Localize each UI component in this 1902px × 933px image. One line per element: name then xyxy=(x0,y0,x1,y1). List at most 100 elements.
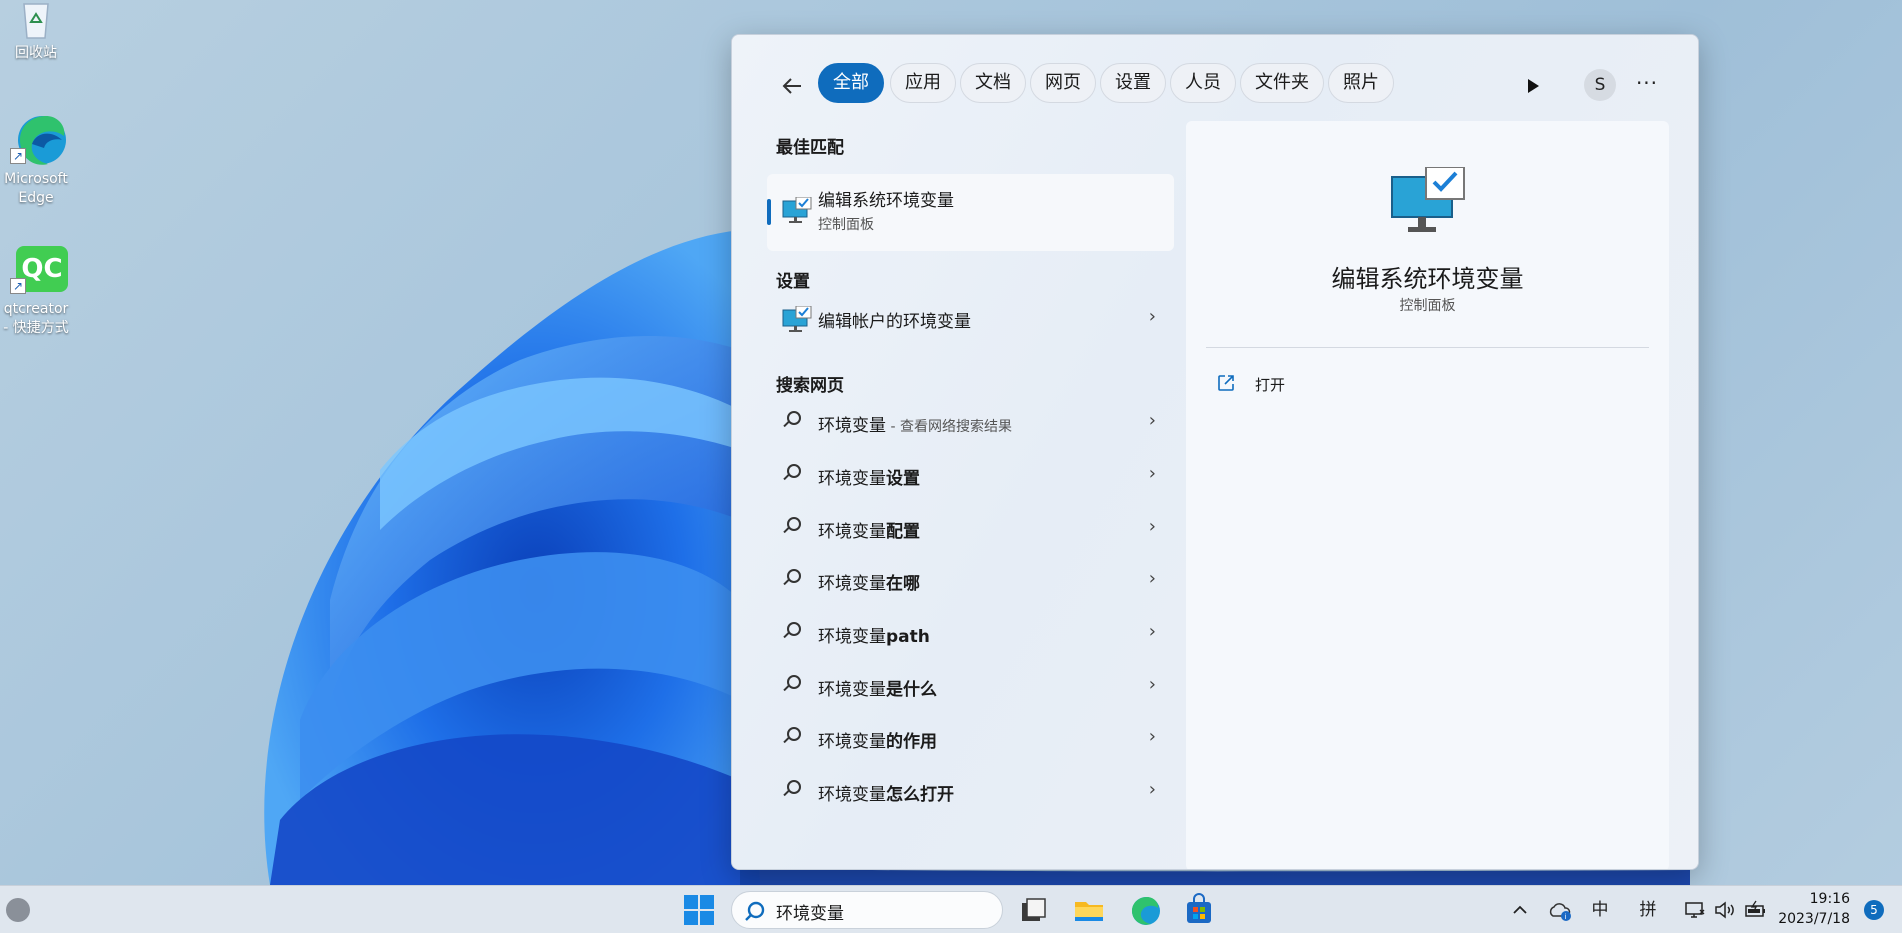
weather-icon[interactable] xyxy=(6,898,30,922)
filter-web[interactable]: 网页 xyxy=(1030,63,1096,103)
battery-charging-icon xyxy=(1745,900,1765,917)
desktop-icon-qtcreator[interactable]: QC ↗ qtcreator - 快捷方式 xyxy=(0,240,72,338)
filter-people[interactable]: 人员 xyxy=(1170,63,1236,103)
web-result-text: 环境变量是什么 xyxy=(818,680,937,700)
best-match-subtitle: 控制面板 xyxy=(818,217,874,233)
clock-time: 19:16 xyxy=(1809,891,1850,907)
more-options-button[interactable]: ··· xyxy=(1630,69,1664,103)
taskbar-search-input[interactable] xyxy=(776,899,986,923)
recycle-bin-icon xyxy=(6,0,66,40)
search-icon xyxy=(782,621,802,641)
web-result[interactable]: 环境变量是什么 › xyxy=(767,662,1174,710)
system-properties-icon xyxy=(1390,166,1466,239)
web-result[interactable]: 环境变量path › xyxy=(767,609,1174,657)
web-result-text: 环境变量设置 xyxy=(818,469,920,489)
web-result-text: 环境变量 - 查看网络搜索结果 xyxy=(818,416,1012,436)
selection-indicator xyxy=(767,199,771,225)
show-hidden-icons-button[interactable] xyxy=(1508,898,1532,922)
system-properties-icon xyxy=(782,305,812,338)
network-button[interactable] xyxy=(1682,898,1708,922)
onedrive-button[interactable]: i xyxy=(1546,898,1574,922)
chevron-right-icon: › xyxy=(1148,726,1156,747)
chevron-right-icon: › xyxy=(1148,621,1156,642)
section-web: 搜索网页 xyxy=(776,376,844,396)
desktop-icon-label: 回收站 xyxy=(15,45,57,61)
edge-icon: ↗ xyxy=(6,110,66,166)
filter-folders[interactable]: 文件夹 xyxy=(1240,63,1324,103)
chevron-right-icon: › xyxy=(1148,674,1156,695)
search-icon xyxy=(744,901,766,927)
clock-date: 2023/7/18 xyxy=(1778,911,1850,927)
best-match-title: 编辑系统环境变量 xyxy=(818,191,954,211)
web-result[interactable]: 环境变量配置 › xyxy=(767,504,1174,552)
detail-title: 编辑系统环境变量 xyxy=(1331,265,1524,293)
search-icon xyxy=(782,463,802,483)
volume-button[interactable] xyxy=(1712,898,1738,922)
filter-bar: 全部 应用 文档 网页 设置 人员 文件夹 照片 S ··· xyxy=(732,35,1698,131)
shortcut-arrow-icon: ↗ xyxy=(10,148,26,164)
file-explorer-button[interactable] xyxy=(1072,893,1106,927)
task-view-icon xyxy=(1022,898,1046,921)
edge-icon xyxy=(1132,897,1160,925)
chevron-right-icon: › xyxy=(1148,410,1156,431)
web-result[interactable]: 环境变量在哪 › xyxy=(767,556,1174,604)
filter-settings[interactable]: 设置 xyxy=(1100,63,1166,103)
search-icon xyxy=(782,779,802,799)
back-arrow-icon xyxy=(782,78,801,94)
search-icon xyxy=(782,674,802,694)
speaker-icon xyxy=(1715,901,1734,919)
desktop-icon-label: Microsoft Edge xyxy=(4,171,68,206)
web-result[interactable]: 环境变量的作用 › xyxy=(767,714,1174,762)
chevron-up-icon xyxy=(1513,905,1527,914)
store-button[interactable] xyxy=(1182,893,1216,927)
task-view-button[interactable] xyxy=(1016,893,1050,927)
chevron-right-icon: › xyxy=(1148,568,1156,589)
desktop-icon-edge[interactable]: ↗ Microsoft Edge xyxy=(0,110,72,208)
search-icon xyxy=(782,726,802,746)
network-icon xyxy=(1685,902,1705,918)
edge-button[interactable] xyxy=(1127,893,1161,927)
desktop-icon-recycle-bin[interactable]: 回收站 xyxy=(0,0,72,63)
taskbar: i 中 拼 19:16 2023/7/18 5 xyxy=(0,885,1902,933)
qtcreator-icon: QC ↗ xyxy=(6,240,68,296)
more-filters-button[interactable] xyxy=(1516,69,1550,103)
best-match-result[interactable]: 编辑系统环境变量 控制面板 xyxy=(767,174,1174,251)
web-result[interactable]: 环境变量 - 查看网络搜索结果 › xyxy=(767,398,1174,446)
start-button[interactable] xyxy=(684,895,714,925)
filter-documents[interactable]: 文档 xyxy=(960,63,1026,103)
section-settings: 设置 xyxy=(776,272,810,292)
open-action-label: 打开 xyxy=(1255,376,1286,394)
search-icon xyxy=(782,516,802,536)
ime-mode-indicator[interactable]: 中 xyxy=(1586,898,1614,922)
shortcut-arrow-icon: ↗ xyxy=(10,278,26,294)
ime-input-indicator[interactable]: 拼 xyxy=(1634,898,1662,922)
web-result-note: - 查看网络搜索结果 xyxy=(886,419,1012,435)
search-icon xyxy=(782,410,802,430)
system-properties-icon xyxy=(782,196,812,229)
web-result[interactable]: 环境变量设置 › xyxy=(767,451,1174,499)
taskbar-search-box[interactable] xyxy=(731,891,1003,929)
web-result[interactable]: 环境变量怎么打开 › xyxy=(767,767,1174,815)
battery-button[interactable] xyxy=(1742,898,1770,922)
web-result-text: 环境变量在哪 xyxy=(818,574,920,594)
open-action[interactable]: 打开 xyxy=(1216,367,1416,401)
notification-badge[interactable]: 5 xyxy=(1864,900,1884,920)
onedrive-cloud-icon: i xyxy=(1549,903,1571,921)
clock[interactable]: 19:16 2023/7/18 xyxy=(1778,889,1850,929)
web-result-text: 环境变量配置 xyxy=(818,522,920,542)
chevron-right-icon: › xyxy=(1148,306,1156,327)
settings-result[interactable]: 编辑帐户的环境变量 › xyxy=(767,294,1174,342)
back-button[interactable] xyxy=(776,69,810,103)
file-explorer-icon xyxy=(1075,902,1103,921)
avatar[interactable]: S xyxy=(1584,69,1616,101)
detail-pane: 编辑系统环境变量 控制面板 打开 xyxy=(1186,121,1669,869)
web-result-text: 环境变量怎么打开 xyxy=(818,785,954,805)
desktop-icon-label: qtcreator - 快捷方式 xyxy=(3,301,69,336)
web-result-text: 环境变量的作用 xyxy=(818,732,937,752)
filter-all[interactable]: 全部 xyxy=(818,63,884,103)
filter-apps[interactable]: 应用 xyxy=(890,63,956,103)
filter-photos[interactable]: 照片 xyxy=(1328,63,1394,103)
search-panel: 全部 应用 文档 网页 设置 人员 文件夹 照片 S ··· 最佳匹配 编辑系统… xyxy=(731,34,1699,870)
play-icon xyxy=(1528,79,1539,93)
chevron-right-icon: › xyxy=(1148,463,1156,484)
